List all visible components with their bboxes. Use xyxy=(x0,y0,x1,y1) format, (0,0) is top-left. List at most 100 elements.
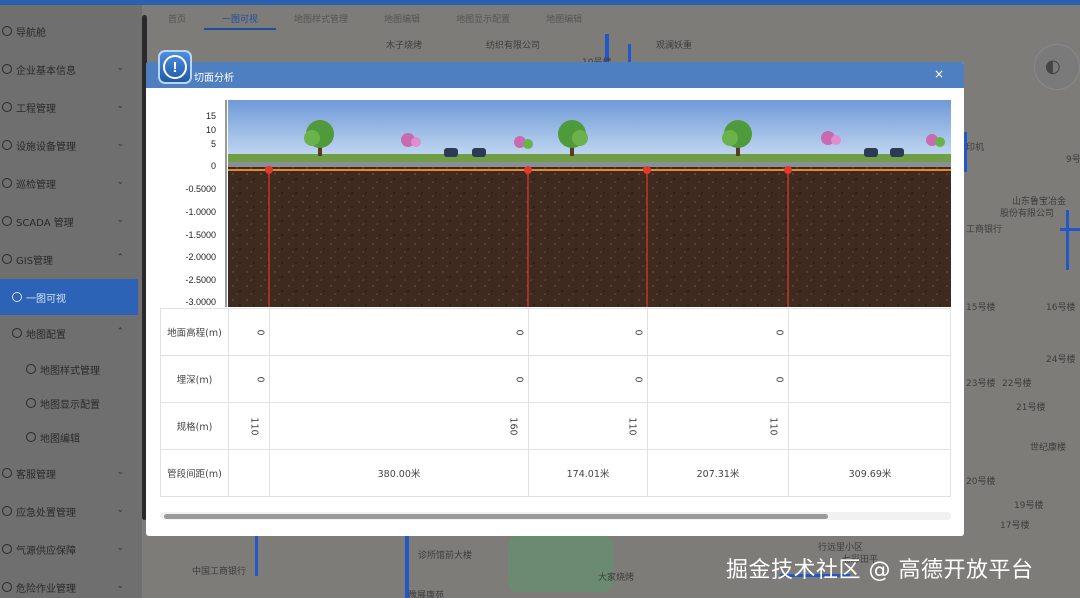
sidebar-item-label: GIS管理 xyxy=(16,255,54,267)
sidebar-item-label: 地图编辑 xyxy=(40,433,80,445)
pipe-node-point xyxy=(265,166,273,174)
sidebar-item-customer-service[interactable]: 客服管理 ⌄ xyxy=(0,455,138,491)
compass-control[interactable]: ◐ xyxy=(1034,44,1080,90)
sidebar-item-label: 气源供应保障 xyxy=(16,545,76,557)
map-label: 17号楼 xyxy=(1000,521,1030,531)
table-cell-distance: 380.00米 xyxy=(270,450,529,496)
map-label: 世纪康楼 xyxy=(1030,443,1067,453)
y-tick-label: -0.5000 xyxy=(185,184,216,194)
tab-map-edit-2[interactable]: 地图编辑 xyxy=(528,8,600,30)
sidebar-item-project[interactable]: 工程管理 ⌄ xyxy=(0,89,138,125)
tab-home[interactable]: 首页 xyxy=(150,8,204,30)
table-cell-value: 0 xyxy=(632,375,644,383)
table-cell: 0 xyxy=(648,356,789,403)
sidebar-item-label: SCADA 管理 xyxy=(16,217,74,229)
sidebar-item-hazard-work[interactable]: 危险作业管理 ⌄ xyxy=(0,569,138,598)
soil-layer xyxy=(228,167,951,307)
horizontal-scrollbar[interactable] xyxy=(160,512,951,520)
sidebar-item-map-config[interactable]: 地图配置 ⌃ xyxy=(0,315,138,351)
pipe-line xyxy=(255,536,258,576)
table-cell: 110 xyxy=(529,403,648,450)
table-cell: 0 xyxy=(648,309,789,356)
table-cell: 0 xyxy=(270,309,529,356)
table-cell: 0 xyxy=(529,356,648,403)
chevron-down-icon: ⌄ xyxy=(116,139,124,149)
table-cell xyxy=(789,309,950,356)
sidebar-item-label: 危险作业管理 xyxy=(16,583,76,595)
sidebar-item-one-map[interactable]: 一图可视 xyxy=(0,279,138,315)
table-cell-value: 0 xyxy=(254,375,266,383)
tab-map-style[interactable]: 地图样式管理 xyxy=(276,8,366,30)
sidebar-item-equipment[interactable]: 设施设备管理 ⌄ xyxy=(0,127,138,163)
road-surface xyxy=(228,162,951,167)
map-label: 21号楼 xyxy=(1016,403,1046,413)
sidebar-item-map-edit[interactable]: 地图编辑 xyxy=(0,419,138,455)
sidebar-item-dashboard[interactable]: 导航舱 xyxy=(0,13,138,49)
pipe-attribute-table[interactable]: 地面高程(m) 0 0 0 0 埋深(m) 0 0 0 0 规格(m) 110 160 110 110 管段间… xyxy=(160,308,951,497)
sidebar-item-label: 工程管理 xyxy=(16,103,56,115)
building-icon xyxy=(2,64,12,74)
document-icon xyxy=(26,432,36,442)
sidebar-item-enterprise-info[interactable]: 企业基本信息 ⌄ xyxy=(0,51,138,87)
pipe-node-point xyxy=(524,166,532,174)
table-cell: 110 xyxy=(229,403,270,450)
map-label: 纺织有限公司 xyxy=(486,41,541,51)
flame-icon xyxy=(2,544,12,554)
map-label: 中国工商银行 xyxy=(192,567,247,577)
chevron-down-icon: ⌄ xyxy=(116,543,124,553)
table-cell-value: 0 xyxy=(513,375,525,383)
table-cell-value: 110 xyxy=(248,416,260,436)
dialog-header: 切面分析 × xyxy=(146,62,964,88)
table-cell-value: 0 xyxy=(513,328,525,336)
scrollbar-thumb[interactable] xyxy=(164,514,828,519)
table-cell-distance: 174.01米 xyxy=(529,450,648,496)
table-cell: 0 xyxy=(229,356,270,403)
sky-band xyxy=(228,100,951,160)
pipe-node-point xyxy=(643,166,651,174)
map-label: 大家烧烤 xyxy=(598,573,635,583)
warning-icon xyxy=(2,582,12,592)
tab-bar: 首页 一图可视 地图样式管理 地图编辑 地图显示配置 地图编辑 xyxy=(150,8,600,30)
chevron-down-icon: ⌄ xyxy=(116,177,124,187)
sidebar-item-map-display[interactable]: 地图显示配置 xyxy=(0,385,138,421)
tab-one-map[interactable]: 一图可视 xyxy=(204,8,277,30)
map-label: 诊所馆前大楼 xyxy=(418,551,473,561)
table-cell-distance xyxy=(229,450,270,496)
alert-icon xyxy=(2,506,12,516)
chevron-up-icon: ⌃ xyxy=(116,253,124,263)
y-tick-label: -2.0000 xyxy=(185,252,216,262)
settings-icon xyxy=(2,140,12,150)
chevron-down-icon: ⌄ xyxy=(116,101,124,111)
tab-map-display[interactable]: 地图显示配置 xyxy=(438,8,528,30)
map-label: 木子烧烤 xyxy=(386,41,423,51)
chevron-down-icon: ⌄ xyxy=(116,215,124,225)
close-icon[interactable]: × xyxy=(934,67,944,81)
sidebar-item-gis[interactable]: GIS管理 ⌃ xyxy=(0,241,138,277)
sidebar-item-inspection[interactable]: 巡检管理 ⌄ xyxy=(0,165,138,201)
chevron-up-icon: ⌃ xyxy=(116,327,124,337)
document-icon xyxy=(26,398,36,408)
table-cell-value: 0 xyxy=(254,328,266,336)
table-cell xyxy=(789,356,950,403)
inspection-icon xyxy=(2,178,12,188)
map-label: 观澜妖重 xyxy=(656,41,693,51)
table-cell-distance: 309.69米 xyxy=(789,450,950,496)
table-cell: 0 xyxy=(529,309,648,356)
table-cell-value: 0 xyxy=(773,375,785,383)
y-tick-label: -1.5000 xyxy=(185,230,216,240)
sidebar-item-label: 地图配置 xyxy=(26,329,66,341)
sidebar-item-gas-supply[interactable]: 气源供应保障 ⌄ xyxy=(0,531,138,567)
tab-map-edit[interactable]: 地图编辑 xyxy=(366,8,438,30)
y-tick-label: 0 xyxy=(210,161,216,171)
pulse-icon xyxy=(2,216,12,226)
table-cell-value: 0 xyxy=(773,328,785,336)
document-icon xyxy=(26,364,36,374)
pipe-node-point xyxy=(784,166,792,174)
table-cell-value: 110 xyxy=(626,416,638,436)
park-area xyxy=(508,536,613,592)
sidebar-item-emergency[interactable]: 应急处置管理 ⌄ xyxy=(0,493,138,529)
sidebar-item-scada[interactable]: SCADA 管理 ⌄ xyxy=(0,203,138,239)
sidebar-item-map-style[interactable]: 地图样式管理 xyxy=(0,351,138,387)
sidebar-item-label: 地图显示配置 xyxy=(40,399,100,411)
map-label: 股份有限公司 xyxy=(1000,209,1055,219)
